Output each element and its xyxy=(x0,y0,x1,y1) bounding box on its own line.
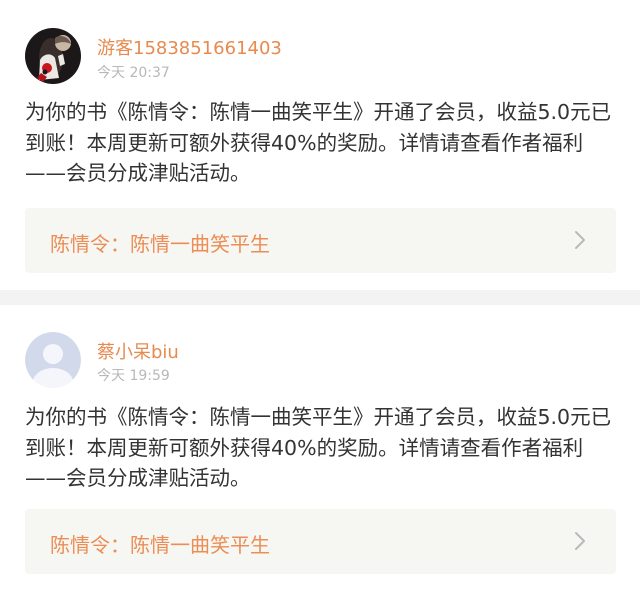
timestamp: 今天 19:59 xyxy=(97,368,170,384)
avatar[interactable] xyxy=(25,28,81,84)
book-title: 陈情令：陈情一曲笑平生 xyxy=(50,232,270,256)
section-divider xyxy=(0,290,640,305)
username[interactable]: 蔡小呆biu xyxy=(97,338,179,364)
notification-feed: 游客1583851661403 今天 20:37 为你的书《陈情令：陈情一曲笑平… xyxy=(0,0,640,590)
timestamp: 今天 20:37 xyxy=(97,65,170,81)
notification-message: 为你的书《陈情令：陈情一曲笑平生》开通了会员，收益5.0元已到账！本周更新可额外… xyxy=(25,100,612,185)
default-user-avatar-icon xyxy=(25,332,81,388)
chevron-right-icon xyxy=(575,231,585,249)
notification-card: 蔡小呆biu 今天 19:59 为你的书《陈情令：陈情一曲笑平生》开通了会员，收… xyxy=(0,305,640,590)
book-title: 陈情令：陈情一曲笑平生 xyxy=(50,533,270,557)
notification-card: 游客1583851661403 今天 20:37 为你的书《陈情令：陈情一曲笑平… xyxy=(0,0,640,290)
chevron-right-icon xyxy=(575,532,585,550)
avatar[interactable] xyxy=(25,332,81,388)
book-link-card[interactable]: 陈情令：陈情一曲笑平生 xyxy=(25,509,616,574)
notification-message: 为你的书《陈情令：陈情一曲笑平生》开通了会员，收益5.0元已到账！本周更新可额外… xyxy=(25,405,612,490)
username[interactable]: 游客1583851661403 xyxy=(97,34,282,60)
book-link-card[interactable]: 陈情令：陈情一曲笑平生 xyxy=(25,208,616,273)
illustrated-avatar-icon xyxy=(25,28,81,84)
